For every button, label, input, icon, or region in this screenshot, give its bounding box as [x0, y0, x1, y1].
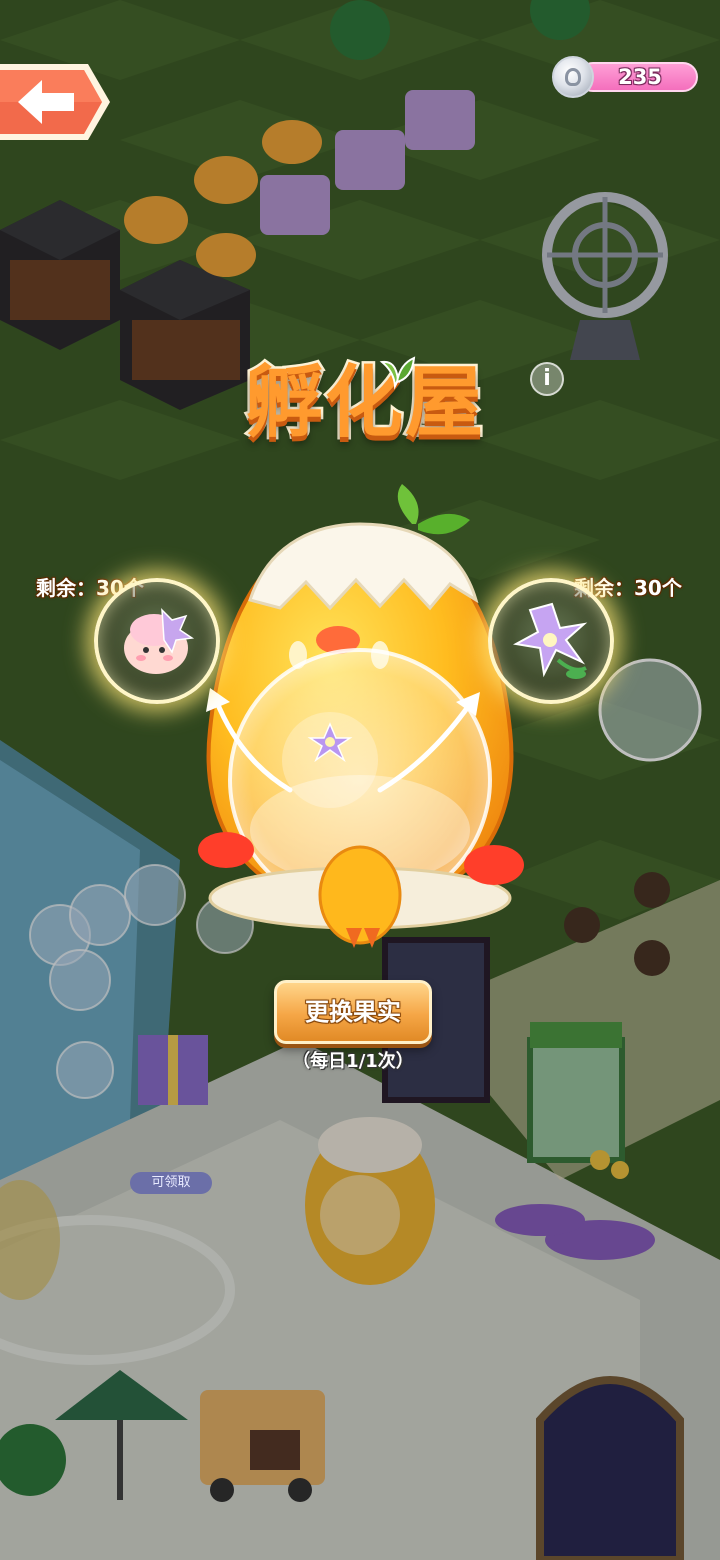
right-fruit-slot[interactable] [488, 578, 614, 704]
daily-limit-label: （每日1/1次） [292, 1051, 414, 1072]
purple-flower-icon [512, 602, 588, 679]
chick-hatch-machine [198, 484, 524, 948]
currency-counter: 235 [552, 56, 698, 98]
leaf-sprout-icon [379, 356, 416, 390]
left-fruit-slot[interactable] [94, 578, 220, 704]
back-arrow-icon [0, 64, 110, 140]
swap-fruit-button[interactable]: 更换果实 [274, 980, 432, 1044]
info-icon[interactable]: i [530, 362, 564, 396]
silver-coin-icon [552, 56, 594, 98]
pink-fluffy-creature-icon [124, 608, 195, 674]
panel-title: 孵化屋 [242, 356, 485, 451]
back-button[interactable] [0, 62, 112, 142]
currency-value: 235 [618, 65, 662, 89]
claimable-tag[interactable]: 可领取 [130, 1172, 212, 1194]
